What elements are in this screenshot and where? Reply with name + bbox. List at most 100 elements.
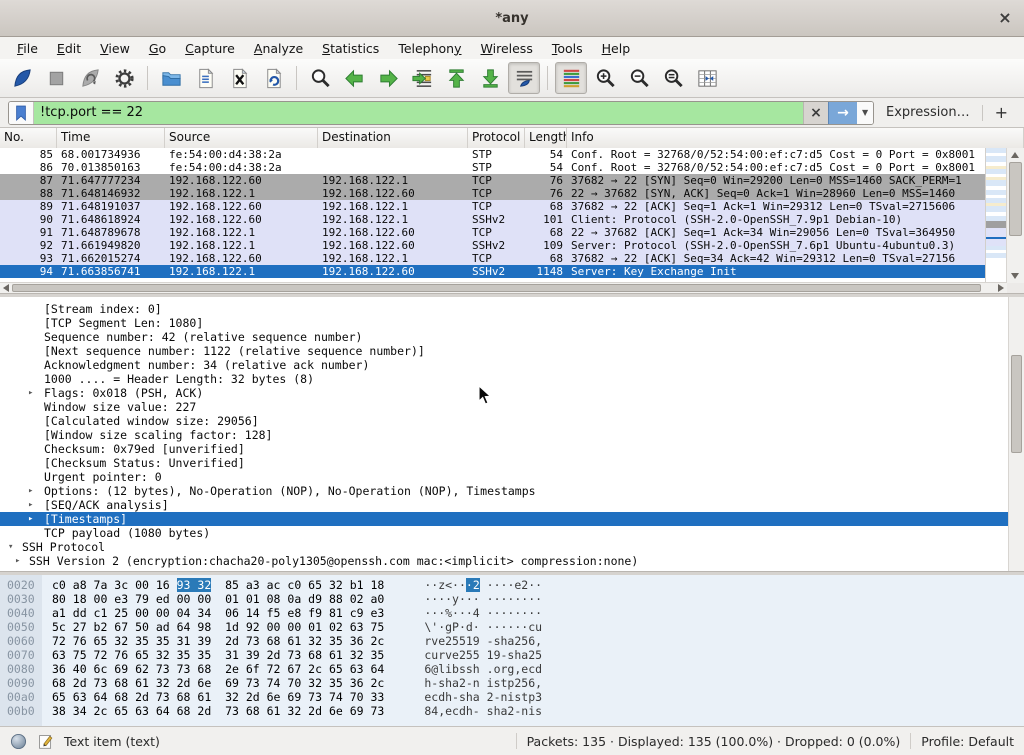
zoom-in-button[interactable]	[589, 62, 621, 94]
packet-row-93[interactable]: 9371.662015274192.168.122.60192.168.122.…	[0, 252, 986, 265]
column-header-time[interactable]: Time	[57, 128, 165, 148]
hex-row-0030[interactable]: 003080 18 00 e3 79 ed 00 00 01 01 08 0a …	[0, 592, 1024, 606]
vertical-scrollbar-thumb[interactable]	[1009, 162, 1022, 236]
display-filter-field[interactable]: !tcp.port == 22 × → ▼	[8, 101, 874, 125]
packet-row-86[interactable]: 8670.013850163fe:54:00:d4:38:2aSTP54Conf…	[0, 161, 986, 174]
capture-options-button[interactable]	[108, 62, 140, 94]
find-packet-button[interactable]	[304, 62, 336, 94]
detail-line[interactable]: [Calculated window size: 29056]	[0, 414, 1024, 428]
detail-line[interactable]: [Next sequence number: 1122 (relative se…	[0, 344, 1024, 358]
details-vertical-scrollbar[interactable]	[1008, 297, 1024, 571]
hex-row-00a0[interactable]: 00a065 63 64 68 2d 73 68 61 32 2d 6e 69 …	[0, 690, 1024, 704]
packet-row-90[interactable]: 9071.648618924192.168.122.60192.168.122.…	[0, 213, 986, 226]
detail-line[interactable]: [Checksum Status: Unverified]	[0, 456, 1024, 470]
menu-wireless[interactable]: Wireless	[472, 39, 543, 58]
restart-capture-button[interactable]	[74, 62, 106, 94]
expression-button[interactable]: Expression…	[882, 105, 974, 120]
collapsed-arrow-icon[interactable]: ▸	[28, 386, 33, 400]
menu-edit[interactable]: Edit	[48, 39, 91, 58]
hex-row-0080[interactable]: 008036 40 6c 69 62 73 73 68 2e 6f 72 67 …	[0, 662, 1024, 676]
detail-line[interactable]: Checksum: 0x79ed [unverified]	[0, 442, 1024, 456]
detail-line[interactable]: Acknowledgment number: 34 (relative ack …	[0, 358, 1024, 372]
packet-list-horizontal-scrollbar[interactable]	[0, 282, 1007, 293]
go-to-packet-button[interactable]	[406, 62, 438, 94]
collapsed-arrow-icon[interactable]: ▸	[28, 484, 33, 498]
hex-row-0020[interactable]: 0020c0 a8 7a 3c 00 16 93 32 85 a3 ac c0 …	[0, 578, 1024, 592]
packet-row-91[interactable]: 9171.648789678192.168.122.1192.168.122.6…	[0, 226, 986, 239]
collapsed-arrow-icon[interactable]: ▸	[28, 512, 33, 526]
detail-line[interactable]: [Window size scaling factor: 128]	[0, 428, 1024, 442]
detail-line[interactable]: TCP payload (1080 bytes)	[0, 526, 1024, 540]
menu-view[interactable]: View	[91, 39, 140, 58]
hex-row-00b0[interactable]: 00b038 34 2c 65 63 64 68 2d 73 68 61 32 …	[0, 704, 1024, 718]
menu-telephony[interactable]: Telephony	[389, 39, 471, 58]
add-filter-button[interactable]: +	[991, 103, 1016, 122]
detail-line[interactable]: [Stream index: 0]	[0, 302, 1024, 316]
detail-line[interactable]: ▸[SEQ/ACK analysis]	[0, 498, 1024, 512]
capture-comment-pencil-icon[interactable]	[37, 733, 54, 750]
save-capture-file-button[interactable]	[189, 62, 221, 94]
filter-history-dropdown[interactable]: ▼	[857, 102, 873, 124]
detail-line[interactable]: ▾SSH Protocol	[0, 540, 1024, 554]
go-forward-button[interactable]	[372, 62, 404, 94]
expert-info-icon[interactable]	[10, 733, 27, 750]
expanded-arrow-icon[interactable]: ▾	[8, 540, 13, 554]
menu-capture[interactable]: Capture	[176, 39, 245, 58]
collapsed-arrow-icon[interactable]: ▸	[28, 498, 33, 512]
scroll-left-arrow-icon[interactable]	[3, 284, 9, 292]
detail-line[interactable]: ▸[Timestamps]	[0, 512, 1024, 526]
horizontal-scrollbar-thumb[interactable]	[12, 284, 981, 292]
hex-row-0040[interactable]: 0040a1 dd c1 25 00 00 04 34 06 14 f5 e8 …	[0, 606, 1024, 620]
packet-row-87[interactable]: 8771.647777234192.168.122.60192.168.122.…	[0, 174, 986, 187]
detail-line[interactable]: Window size value: 227	[0, 400, 1024, 414]
packet-row-88[interactable]: 8871.648146932192.168.122.1192.168.122.6…	[0, 187, 986, 200]
menu-go[interactable]: Go	[140, 39, 176, 58]
detail-line[interactable]: 1000 .... = Header Length: 32 bytes (8)	[0, 372, 1024, 386]
detail-line[interactable]: ▸SSH Version 2 (encryption:chacha20-poly…	[0, 554, 1024, 568]
detail-line[interactable]: Sequence number: 42 (relative sequence n…	[0, 330, 1024, 344]
reload-capture-file-button[interactable]	[257, 62, 289, 94]
scroll-up-arrow-icon[interactable]	[1011, 152, 1019, 158]
hex-row-0050[interactable]: 00505c 27 b2 67 50 ad 64 98 1d 92 00 00 …	[0, 620, 1024, 634]
stop-capture-button[interactable]	[40, 62, 72, 94]
hex-row-0090[interactable]: 009068 2d 73 68 61 32 2d 6e 69 73 74 70 …	[0, 676, 1024, 690]
packet-row-92[interactable]: 9271.661949820192.168.122.1192.168.122.6…	[0, 239, 986, 252]
packet-list-minimap[interactable]	[985, 148, 1007, 283]
hex-row-0070[interactable]: 007063 75 72 76 65 32 35 35 31 39 2d 73 …	[0, 648, 1024, 662]
scroll-right-arrow-icon[interactable]	[998, 284, 1004, 292]
details-scrollbar-thumb[interactable]	[1011, 355, 1022, 453]
start-capture-button[interactable]	[6, 62, 38, 94]
go-first-packet-button[interactable]	[440, 62, 472, 94]
go-back-button[interactable]	[338, 62, 370, 94]
scroll-down-arrow-icon[interactable]	[1011, 273, 1019, 279]
filter-bookmark-button[interactable]	[9, 102, 34, 124]
zoom-original-button[interactable]	[657, 62, 689, 94]
open-capture-file-button[interactable]	[155, 62, 187, 94]
display-filter-input[interactable]: !tcp.port == 22	[34, 102, 803, 124]
close-window-button[interactable]: ×	[994, 7, 1016, 29]
go-last-packet-button[interactable]	[474, 62, 506, 94]
title-bar[interactable]: *any ×	[0, 0, 1024, 37]
column-header-info[interactable]: Info	[567, 128, 1024, 148]
packet-list-vertical-scrollbar[interactable]	[1006, 148, 1024, 283]
hex-row-0060[interactable]: 006072 76 65 32 35 35 31 39 2d 73 68 61 …	[0, 634, 1024, 648]
column-header-source[interactable]: Source	[165, 128, 318, 148]
menu-analyze[interactable]: Analyze	[245, 39, 313, 58]
packet-row-89[interactable]: 8971.648191037192.168.122.60192.168.122.…	[0, 200, 986, 213]
column-header-length[interactable]: Length	[525, 128, 567, 148]
filter-apply-button[interactable]: →	[828, 102, 857, 124]
profile-selector[interactable]: Profile: Default	[921, 734, 1014, 749]
close-capture-file-button[interactable]	[223, 62, 255, 94]
auto-scroll-button[interactable]	[508, 62, 540, 94]
filter-clear-button[interactable]: ×	[803, 102, 828, 124]
detail-line[interactable]: [TCP Segment Len: 1080]	[0, 316, 1024, 330]
detail-line[interactable]: ▸Flags: 0x018 (PSH, ACK)	[0, 386, 1024, 400]
menu-file[interactable]: File	[8, 39, 48, 58]
packet-row-85[interactable]: 8568.001734936fe:54:00:d4:38:2aSTP54Conf…	[0, 148, 986, 161]
menu-tools[interactable]: Tools	[543, 39, 593, 58]
colorize-packets-button[interactable]	[555, 62, 587, 94]
column-header-protocol[interactable]: Protocol	[468, 128, 525, 148]
column-header-no[interactable]: No.	[0, 128, 57, 148]
packet-row-94[interactable]: 9471.663856741192.168.122.1192.168.122.6…	[0, 265, 986, 278]
detail-line[interactable]: Urgent pointer: 0	[0, 470, 1024, 484]
